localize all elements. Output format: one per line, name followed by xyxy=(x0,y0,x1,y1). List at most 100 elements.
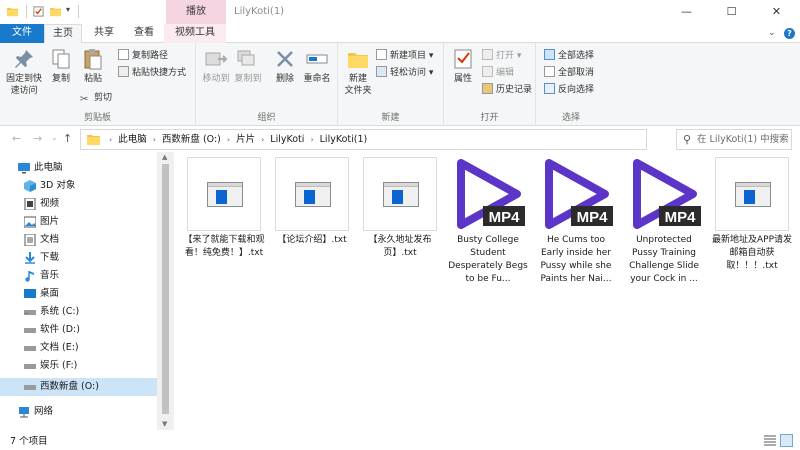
nav-item-label: 下载 xyxy=(40,252,60,263)
nav-item-drive-c[interactable]: 系统 (C:) xyxy=(0,303,157,321)
context-tab-header: 播放 xyxy=(166,0,226,24)
close-button[interactable]: ✕ xyxy=(754,0,799,24)
search-icon: ⚲ xyxy=(683,133,692,146)
rename-button[interactable]: 重命名 xyxy=(300,47,334,85)
select-none-button[interactable]: 全部取消 xyxy=(544,65,594,81)
copy-to-button[interactable]: 复制到 xyxy=(232,47,264,85)
new-folder-label: 新建 文件夹 xyxy=(344,74,372,96)
breadcrumb-lilykoti-1[interactable]: LilyKoti(1) xyxy=(320,134,368,145)
breadcrumb-drive-o[interactable]: 西数新盘 (O:) xyxy=(162,134,221,145)
edit-icon xyxy=(482,66,493,77)
file-name: 【永久地址发布页】.txt xyxy=(368,235,432,258)
large-icons-view-icon[interactable] xyxy=(780,434,793,447)
help-icon[interactable]: ? xyxy=(784,28,795,39)
nav-item-music[interactable]: 音乐 xyxy=(0,267,157,285)
up-arrow-icon[interactable]: ↑ xyxy=(63,132,72,145)
back-arrow-icon[interactable]: ← xyxy=(12,132,21,145)
minimize-button[interactable]: — xyxy=(664,0,709,24)
search-input[interactable]: ⚲ 在 LilyKoti(1) 中搜索 xyxy=(676,129,792,150)
tab-file[interactable]: 文件 xyxy=(0,24,44,43)
nav-item-pictures[interactable]: 图片 xyxy=(0,213,157,231)
copy-button[interactable]: 复制 xyxy=(46,47,76,85)
new-folder-icon[interactable] xyxy=(50,6,61,17)
easy-access-icon xyxy=(376,66,387,77)
paste-shortcut-label: 粘贴快捷方式 xyxy=(132,68,187,78)
new-item-button[interactable]: 新建项目 ▾ xyxy=(376,48,433,64)
invert-selection-button[interactable]: 反向选择 xyxy=(544,82,594,98)
separator xyxy=(26,5,27,18)
scroll-down-arrow-icon[interactable]: ▼ xyxy=(162,420,167,428)
address-row: ← → ⌄ ↑ › 此电脑 › 西数新盘 (O:) › 片片 › LilyKoti › LilyK… xyxy=(0,126,800,152)
cut-button[interactable]: ✂ 剪切 xyxy=(80,90,112,106)
nav-item-3d-objects[interactable]: 3D 对象 xyxy=(0,177,157,195)
copy-path-button[interactable]: 复制路径 xyxy=(118,48,168,64)
computer-icon xyxy=(18,163,30,174)
paste-button[interactable]: 粘贴 xyxy=(78,47,108,85)
open-button[interactable]: 打开 ▾ xyxy=(482,48,521,64)
forward-arrow-icon[interactable]: → xyxy=(33,132,42,145)
breadcrumb-separator-icon[interactable]: › xyxy=(153,135,156,144)
nav-item-videos[interactable]: 视频 xyxy=(0,195,157,213)
mp4-play-icon: MP4 xyxy=(457,159,525,229)
delete-button[interactable]: 删除 xyxy=(270,47,300,85)
nav-item-drive-d[interactable]: 软件 (D:) xyxy=(0,321,157,339)
delete-x-icon xyxy=(277,51,293,67)
scroll-up-arrow-icon[interactable]: ▲ xyxy=(162,153,167,161)
navigation-scrollbar[interactable]: ▲ ▼ xyxy=(157,152,174,430)
ribbon-tabs: 文件 主页 共享 查看 视频工具 ⌄ ? xyxy=(0,24,800,44)
properties-check-icon[interactable] xyxy=(33,6,44,17)
quick-access-dropdown-icon[interactable]: ▾ xyxy=(66,5,70,14)
move-to-button[interactable]: 移动到 xyxy=(200,47,232,85)
nav-item-downloads[interactable]: 下载 xyxy=(0,249,157,267)
edit-button[interactable]: 编辑 xyxy=(482,65,514,81)
documents-icon xyxy=(24,234,36,246)
nav-item-documents[interactable]: 文档 xyxy=(0,231,157,249)
tab-video-tools[interactable]: 视频工具 xyxy=(164,24,226,43)
select-all-button[interactable]: 全部选择 xyxy=(544,48,594,64)
mp4-play-icon: MP4 xyxy=(545,159,613,229)
breadcrumb-lilykoti[interactable]: LilyKoti xyxy=(270,134,304,145)
address-bar[interactable]: ›此电脑›西数新盘 (O:)›片片›LilyKoti›LilyKoti(1) ⌄… xyxy=(80,129,721,150)
mp4-badge: MP4 xyxy=(665,209,697,226)
recent-locations-chevron-icon[interactable]: ⌄ xyxy=(51,133,58,142)
pin-icon xyxy=(15,50,33,68)
details-view-icon[interactable] xyxy=(764,435,776,446)
nav-item-drive-e[interactable]: 文档 (E:) xyxy=(0,339,157,357)
properties-button[interactable]: 属性 xyxy=(448,47,478,85)
pin-quick-access-button[interactable]: 固定到快 速访问 xyxy=(4,47,44,97)
new-folder-button[interactable]: 新建 文件夹 xyxy=(342,47,374,97)
ribbon-expand-icon[interactable]: ⌄ xyxy=(768,28,776,38)
rename-icon xyxy=(306,54,328,64)
open-label: 打开 ▾ xyxy=(496,51,522,61)
maximize-button[interactable]: ☐ xyxy=(709,0,754,24)
open-group-label: 打开 xyxy=(480,113,499,123)
breadcrumb-separator-icon[interactable]: › xyxy=(310,135,313,144)
title-bar: ▾ 播放 LilyKoti(1) — ☐ ✕ xyxy=(0,0,800,24)
nav-item-network[interactable]: 网络 xyxy=(0,403,157,421)
drive-icon xyxy=(24,385,36,390)
history-button[interactable]: 历史记录 xyxy=(482,82,532,98)
tab-view[interactable]: 查看 xyxy=(124,24,164,43)
delete-label: 删除 xyxy=(275,74,294,84)
folder-icon[interactable] xyxy=(7,6,18,17)
paste-shortcut-button[interactable]: 粘贴快捷方式 xyxy=(118,65,186,81)
cut-label: 剪切 xyxy=(94,93,113,103)
clipboard-group: 固定到快 速访问 复制 粘贴 复制路径 粘贴快捷方式 ✂ 剪切 剪贴板 xyxy=(0,43,196,126)
text-file-icon xyxy=(207,182,243,207)
downloads-icon xyxy=(25,252,35,264)
nav-item-this-pc[interactable]: 此电脑 xyxy=(0,159,157,177)
breadcrumb-separator-icon[interactable]: › xyxy=(227,135,230,144)
nav-item-label: 软件 (D:) xyxy=(40,324,80,335)
breadcrumb-pianpian[interactable]: 片片 xyxy=(236,134,255,145)
nav-item-desktop[interactable]: 桌面 xyxy=(0,285,157,303)
tab-home[interactable]: 主页 xyxy=(44,24,82,44)
tab-share[interactable]: 共享 xyxy=(84,24,124,43)
nav-item-drive-f[interactable]: 娱乐 (F:) xyxy=(0,357,157,375)
text-file-thumbnail xyxy=(187,157,261,231)
breadcrumb-separator-icon[interactable]: › xyxy=(261,135,264,144)
window-title: LilyKoti(1) xyxy=(234,6,285,17)
scrollbar-thumb[interactable] xyxy=(162,164,169,414)
breadcrumb-this-pc[interactable]: 此电脑 xyxy=(118,134,147,145)
nav-item-drive-o[interactable]: 西数新盘 (O:) xyxy=(0,378,157,396)
easy-access-button[interactable]: 轻松访问 ▾ xyxy=(376,65,433,81)
